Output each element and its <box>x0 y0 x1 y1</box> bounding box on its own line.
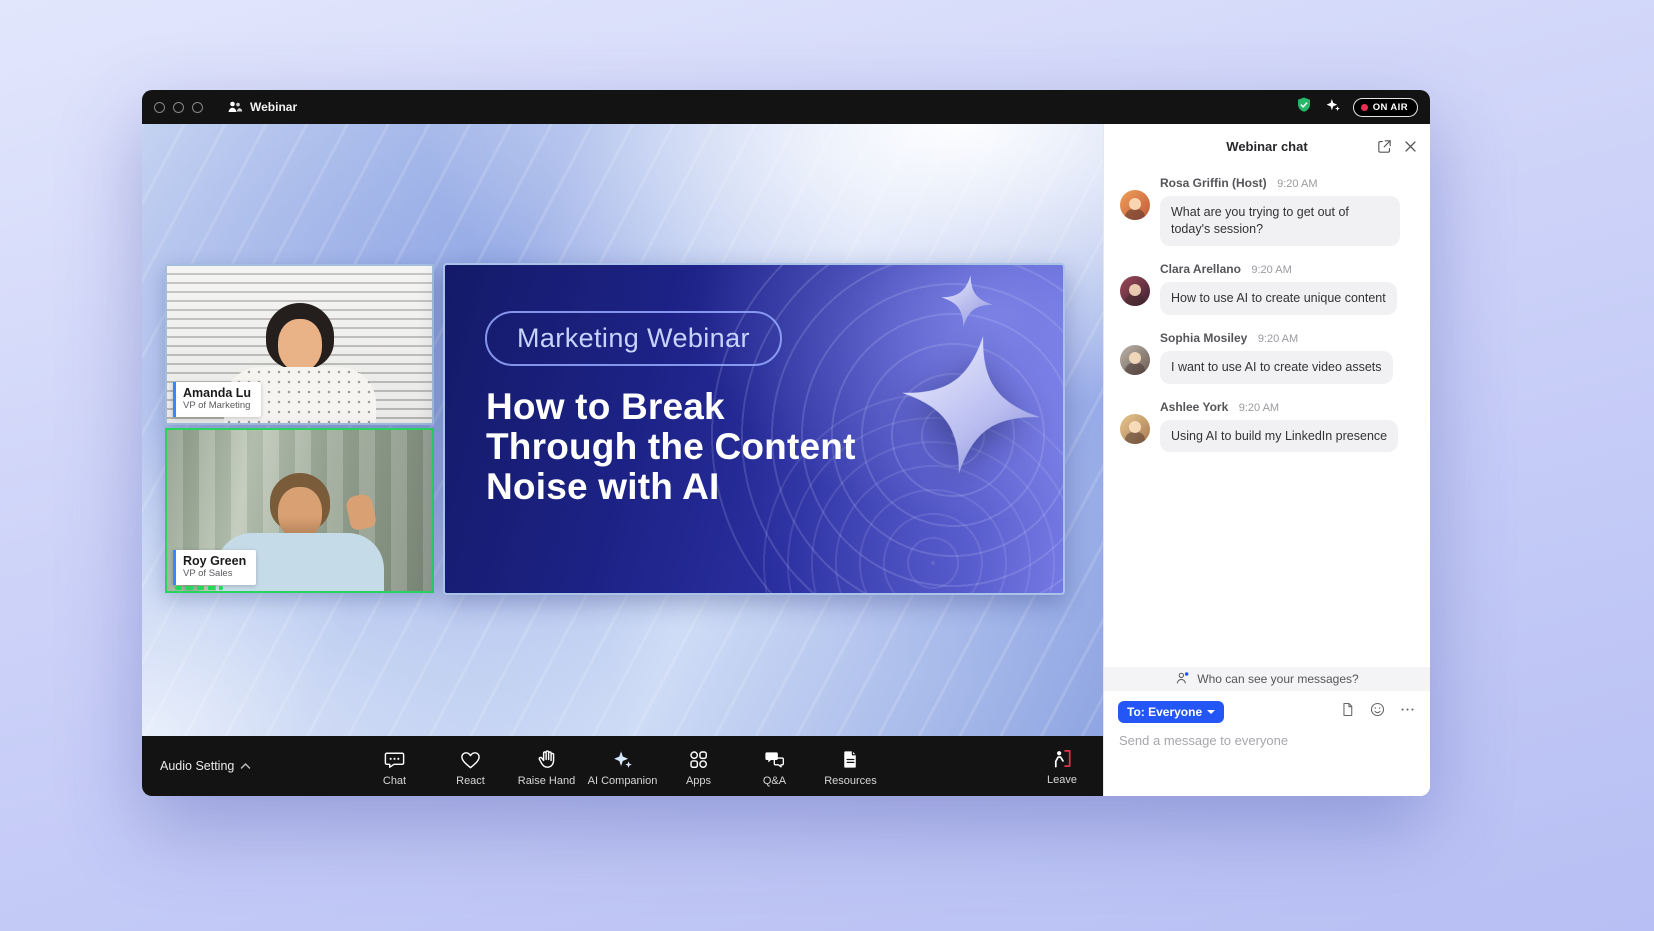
pop-out-icon[interactable] <box>1376 138 1393 155</box>
participant-role: VP of Sales <box>183 568 246 580</box>
composer-toolbar: To: Everyone <box>1104 691 1430 723</box>
on-air-dot <box>1361 104 1368 111</box>
window-control-minimize[interactable] <box>173 102 184 113</box>
react-button[interactable]: React <box>437 746 505 787</box>
chevron-up-icon <box>240 759 251 773</box>
slide-star-shape-small <box>938 272 997 331</box>
audio-level-indicator <box>175 586 223 590</box>
chat-button[interactable]: Chat <box>361 746 429 787</box>
webinar-app-window: Webinar ON AIR <box>142 90 1430 796</box>
attach-file-icon[interactable] <box>1339 701 1356 723</box>
chevron-down-icon <box>1207 710 1215 714</box>
slide-title: How to Break Through the Content Noise w… <box>486 387 936 507</box>
window-control-close[interactable] <box>154 102 165 113</box>
audio-setting-button[interactable]: Audio Setting <box>160 759 251 773</box>
person-visibility-icon <box>1175 670 1191 689</box>
message-bubble: What are you trying to get out of today'… <box>1160 196 1400 246</box>
qa-button[interactable]: Q&A <box>741 746 809 787</box>
avatar-rosa <box>1120 190 1150 220</box>
leave-button[interactable]: Leave <box>1047 747 1077 786</box>
resources-button[interactable]: Resources <box>817 746 885 787</box>
apps-icon <box>687 748 710 772</box>
raised-hand-icon <box>535 748 558 772</box>
name-tag-roy: Roy Green VP of Sales <box>173 550 256 585</box>
raise-hand-button[interactable]: Raise Hand <box>513 746 581 787</box>
chat-message-list[interactable]: Rosa Griffin (Host) 9:20 AM What are you… <box>1104 168 1430 667</box>
message-bubble: How to use AI to create unique content <box>1160 282 1397 315</box>
chat-message: Clara Arellano 9:20 AM How to use AI to … <box>1120 260 1414 315</box>
ai-sparkle-icon <box>611 748 634 772</box>
chat-bubble-icon <box>383 748 406 772</box>
title-bar: Webinar ON AIR <box>142 90 1430 124</box>
participant-role: VP of Marketing <box>183 400 251 412</box>
ai-companion-button[interactable]: AI Companion <box>589 746 657 787</box>
avatar-clara <box>1120 276 1150 306</box>
slide-badge: Marketing Webinar <box>485 311 782 366</box>
message-time: 9:20 AM <box>1258 333 1298 345</box>
chat-title: Webinar chat <box>1226 139 1307 154</box>
ai-companion-status-icon[interactable] <box>1324 96 1342 119</box>
apps-button[interactable]: Apps <box>665 746 733 787</box>
message-sender: Ashlee York <box>1160 400 1228 414</box>
window-controls <box>154 102 203 113</box>
message-sender: Rosa Griffin (Host) <box>1160 176 1267 190</box>
message-time: 9:20 AM <box>1251 264 1291 276</box>
chat-message: Ashlee York 9:20 AM Using AI to build my… <box>1120 398 1414 453</box>
heart-icon <box>459 748 482 772</box>
qa-bubbles-icon <box>763 748 786 772</box>
chat-bottom-padding <box>1104 750 1430 796</box>
video-stage: Amanda Lu VP of Marketing Roy Green VP o… <box>142 124 1103 736</box>
chat-message: Sophia Mosiley 9:20 AM I want to use AI … <box>1120 329 1414 384</box>
message-time: 9:20 AM <box>1277 178 1317 190</box>
message-bubble: I want to use AI to create video assets <box>1160 351 1393 384</box>
on-air-badge: ON AIR <box>1353 98 1418 117</box>
name-tag-amanda: Amanda Lu VP of Marketing <box>173 382 261 417</box>
message-visibility-note[interactable]: Who can see your messages? <box>1104 667 1430 691</box>
message-sender: Sophia Mosiley <box>1160 331 1247 345</box>
recipient-selector[interactable]: To: Everyone <box>1118 701 1224 723</box>
more-options-icon[interactable] <box>1399 701 1416 723</box>
message-time: 9:20 AM <box>1239 402 1279 414</box>
document-icon <box>839 748 862 772</box>
chat-message: Rosa Griffin (Host) 9:20 AM What are you… <box>1120 174 1414 246</box>
avatar-ashlee <box>1120 414 1150 444</box>
close-icon[interactable] <box>1403 139 1418 154</box>
message-bubble: Using AI to build my LinkedIn presence <box>1160 420 1398 453</box>
chat-header: Webinar chat <box>1104 124 1430 168</box>
participant-video-amanda[interactable]: Amanda Lu VP of Marketing <box>165 264 434 425</box>
message-sender: Clara Arellano <box>1160 262 1241 276</box>
emoji-icon[interactable] <box>1369 701 1386 723</box>
participant-video-roy[interactable]: Roy Green VP of Sales <box>165 428 434 593</box>
participant-name: Amanda Lu <box>183 386 251 400</box>
message-input[interactable] <box>1119 733 1415 748</box>
app-identity: Webinar <box>227 100 297 114</box>
security-shield-icon[interactable] <box>1295 96 1313 119</box>
webinar-app-icon <box>227 100 243 114</box>
window-control-maximize[interactable] <box>192 102 203 113</box>
chat-panel: Webinar chat Rosa Griffin (Host) <box>1103 124 1430 796</box>
avatar-sophia <box>1120 345 1150 375</box>
shared-slide: Marketing Webinar How to Break Through t… <box>443 263 1065 595</box>
window-title: Webinar <box>250 100 297 114</box>
participant-name: Roy Green <box>183 554 246 568</box>
leave-door-icon <box>1051 747 1074 771</box>
meeting-toolbar: Audio Setting Chat <box>142 736 1103 796</box>
